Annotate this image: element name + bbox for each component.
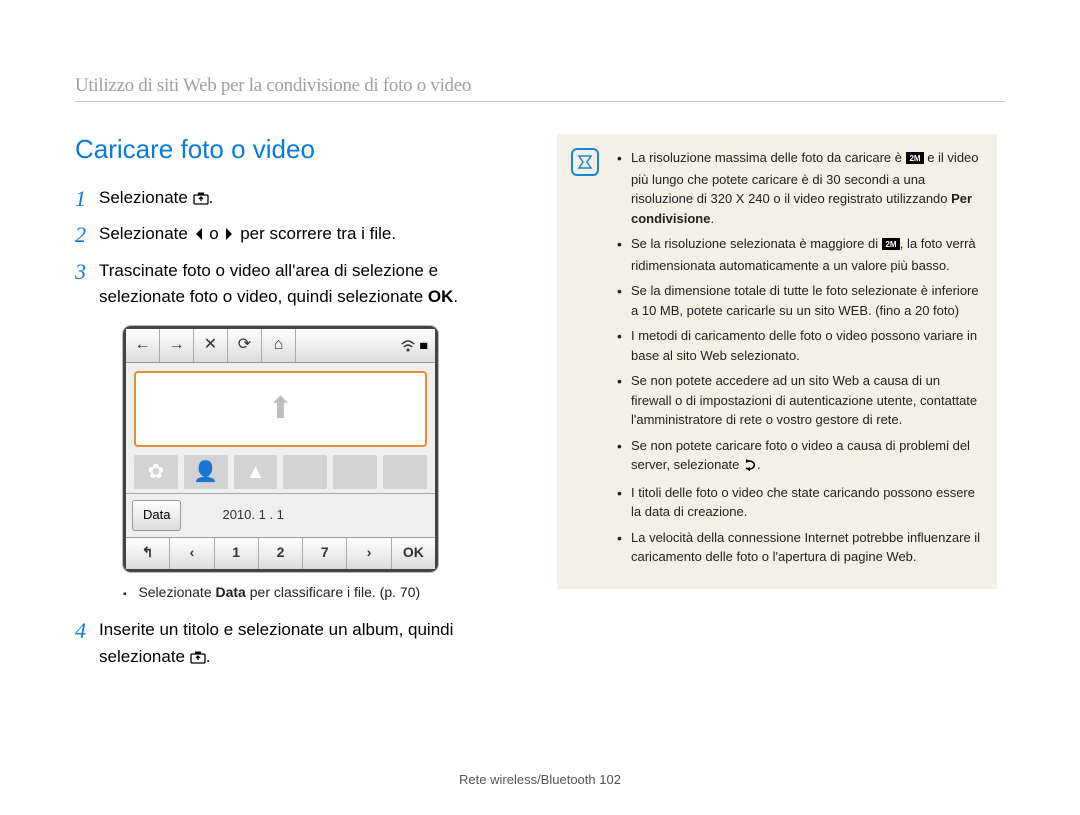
step-2: Selezionate o per scorrere tra i file. bbox=[75, 221, 515, 249]
note-item: I metodi di caricamento delle foto o vid… bbox=[617, 326, 981, 365]
next-button[interactable]: › bbox=[347, 538, 391, 569]
page-1-button[interactable]: 1 bbox=[215, 538, 259, 569]
section-title: Caricare foto o video bbox=[75, 134, 515, 165]
thumbnail-row: ✿ 👤 ▲ bbox=[126, 455, 435, 493]
refresh-icon[interactable]: ⟳ bbox=[228, 329, 262, 362]
note-item: Se la dimensione totale di tutte le foto… bbox=[617, 281, 981, 320]
text: Se non potete caricare foto o video a ca… bbox=[631, 438, 970, 473]
thumbnail[interactable] bbox=[383, 455, 427, 489]
chevron-right-icon bbox=[223, 223, 235, 249]
date-value: 2010. 1 . 1 bbox=[222, 505, 283, 525]
note-icon bbox=[571, 148, 599, 176]
step-4: Inserite un titolo e selezionate un albu… bbox=[75, 617, 515, 672]
text: . bbox=[757, 457, 761, 472]
prev-button[interactable]: ‹ bbox=[170, 538, 214, 569]
thumbnail[interactable]: ✿ bbox=[134, 455, 178, 489]
step-text: . bbox=[209, 188, 214, 207]
thumbnail[interactable]: 👤 bbox=[184, 455, 228, 489]
retry-icon bbox=[743, 457, 757, 477]
close-icon[interactable]: ✕ bbox=[194, 329, 228, 362]
note-item: La velocità della connessione Internet p… bbox=[617, 528, 981, 567]
step-text: Inserite un titolo e selezionate un albu… bbox=[99, 620, 453, 665]
note-item: Se non potete accedere ad un sito Web a … bbox=[617, 371, 981, 430]
text: La risoluzione massima delle foto da car… bbox=[631, 150, 906, 165]
data-row: Data 2010. 1 . 1 bbox=[126, 493, 435, 536]
thumbnail[interactable] bbox=[333, 455, 377, 489]
back-icon[interactable]: ← bbox=[126, 329, 160, 362]
bold-text: Data bbox=[216, 584, 246, 600]
upload-icon bbox=[190, 646, 206, 672]
svg-text:2M: 2M bbox=[909, 154, 920, 163]
note-item: Se la risoluzione selezionata è maggiore… bbox=[617, 234, 981, 275]
note-item: Se non potete caricare foto o video a ca… bbox=[617, 436, 981, 477]
page-number: 102 bbox=[599, 772, 621, 787]
step-1: Selezionate . bbox=[75, 185, 515, 213]
data-button[interactable]: Data bbox=[132, 500, 181, 530]
ok-button[interactable]: OK bbox=[392, 538, 435, 569]
upload-arrow-icon: ⬆ bbox=[268, 386, 293, 433]
svg-text:2M: 2M bbox=[885, 240, 896, 249]
note-item: La risoluzione massima delle foto da car… bbox=[617, 148, 981, 228]
step-text: . bbox=[453, 287, 458, 306]
sub-bullet: Selezionate Data per classificare i file… bbox=[123, 582, 515, 604]
step-text: Selezionate bbox=[99, 188, 193, 207]
step-text: per scorrere tra i file. bbox=[235, 224, 396, 243]
footer-section: Rete wireless/Bluetooth bbox=[459, 772, 599, 787]
text: Selezionate bbox=[138, 584, 215, 600]
text: Se la risoluzione selezionata è maggiore… bbox=[631, 236, 882, 251]
breadcrumb: Utilizzo di siti Web per la condivisione… bbox=[75, 75, 1005, 102]
steps-list: Selezionate . Selezionate o per scorrere… bbox=[75, 185, 515, 672]
text: . bbox=[710, 211, 714, 226]
step-text: o bbox=[205, 224, 224, 243]
drop-area[interactable]: ⬆ bbox=[134, 371, 427, 447]
home-icon[interactable]: ⌂ bbox=[262, 329, 296, 362]
resolution-2m-icon: 2M bbox=[906, 150, 924, 170]
return-button[interactable]: ↰ bbox=[126, 538, 170, 569]
signal-bars: ▮▮▮▮ bbox=[419, 340, 425, 352]
step-text: Trascinate foto o video all'area di sele… bbox=[99, 261, 438, 306]
ok-label: OK bbox=[428, 287, 454, 306]
thumbnail[interactable] bbox=[283, 455, 327, 489]
text: per classificare i file. (p. 70) bbox=[246, 584, 420, 600]
step-3: Trascinate foto o video all'area di sele… bbox=[75, 258, 515, 604]
step-text: . bbox=[206, 647, 211, 666]
device-screenshot: ← → ✕ ⟳ ⌂ ▮▮▮▮ ⬆ bbox=[123, 326, 438, 571]
device-topbar: ← → ✕ ⟳ ⌂ ▮▮▮▮ bbox=[126, 329, 435, 363]
signal-icon: ▮▮▮▮ bbox=[391, 339, 435, 353]
note-box: La risoluzione massima delle foto da car… bbox=[557, 134, 997, 589]
page-footer: Rete wireless/Bluetooth 102 bbox=[0, 772, 1080, 787]
device-bottombar: ↰ ‹ 1 2 7 › OK bbox=[126, 537, 435, 569]
page-7-button[interactable]: 7 bbox=[303, 538, 347, 569]
chevron-left-icon bbox=[193, 223, 205, 249]
forward-icon[interactable]: → bbox=[160, 329, 194, 362]
resolution-2m-icon: 2M bbox=[882, 236, 900, 256]
thumbnail[interactable]: ▲ bbox=[234, 455, 278, 489]
upload-icon bbox=[193, 187, 209, 213]
note-item: I titoli delle foto o video che state ca… bbox=[617, 483, 981, 522]
page-2-button[interactable]: 2 bbox=[259, 538, 303, 569]
step-text: Selezionate bbox=[99, 224, 193, 243]
